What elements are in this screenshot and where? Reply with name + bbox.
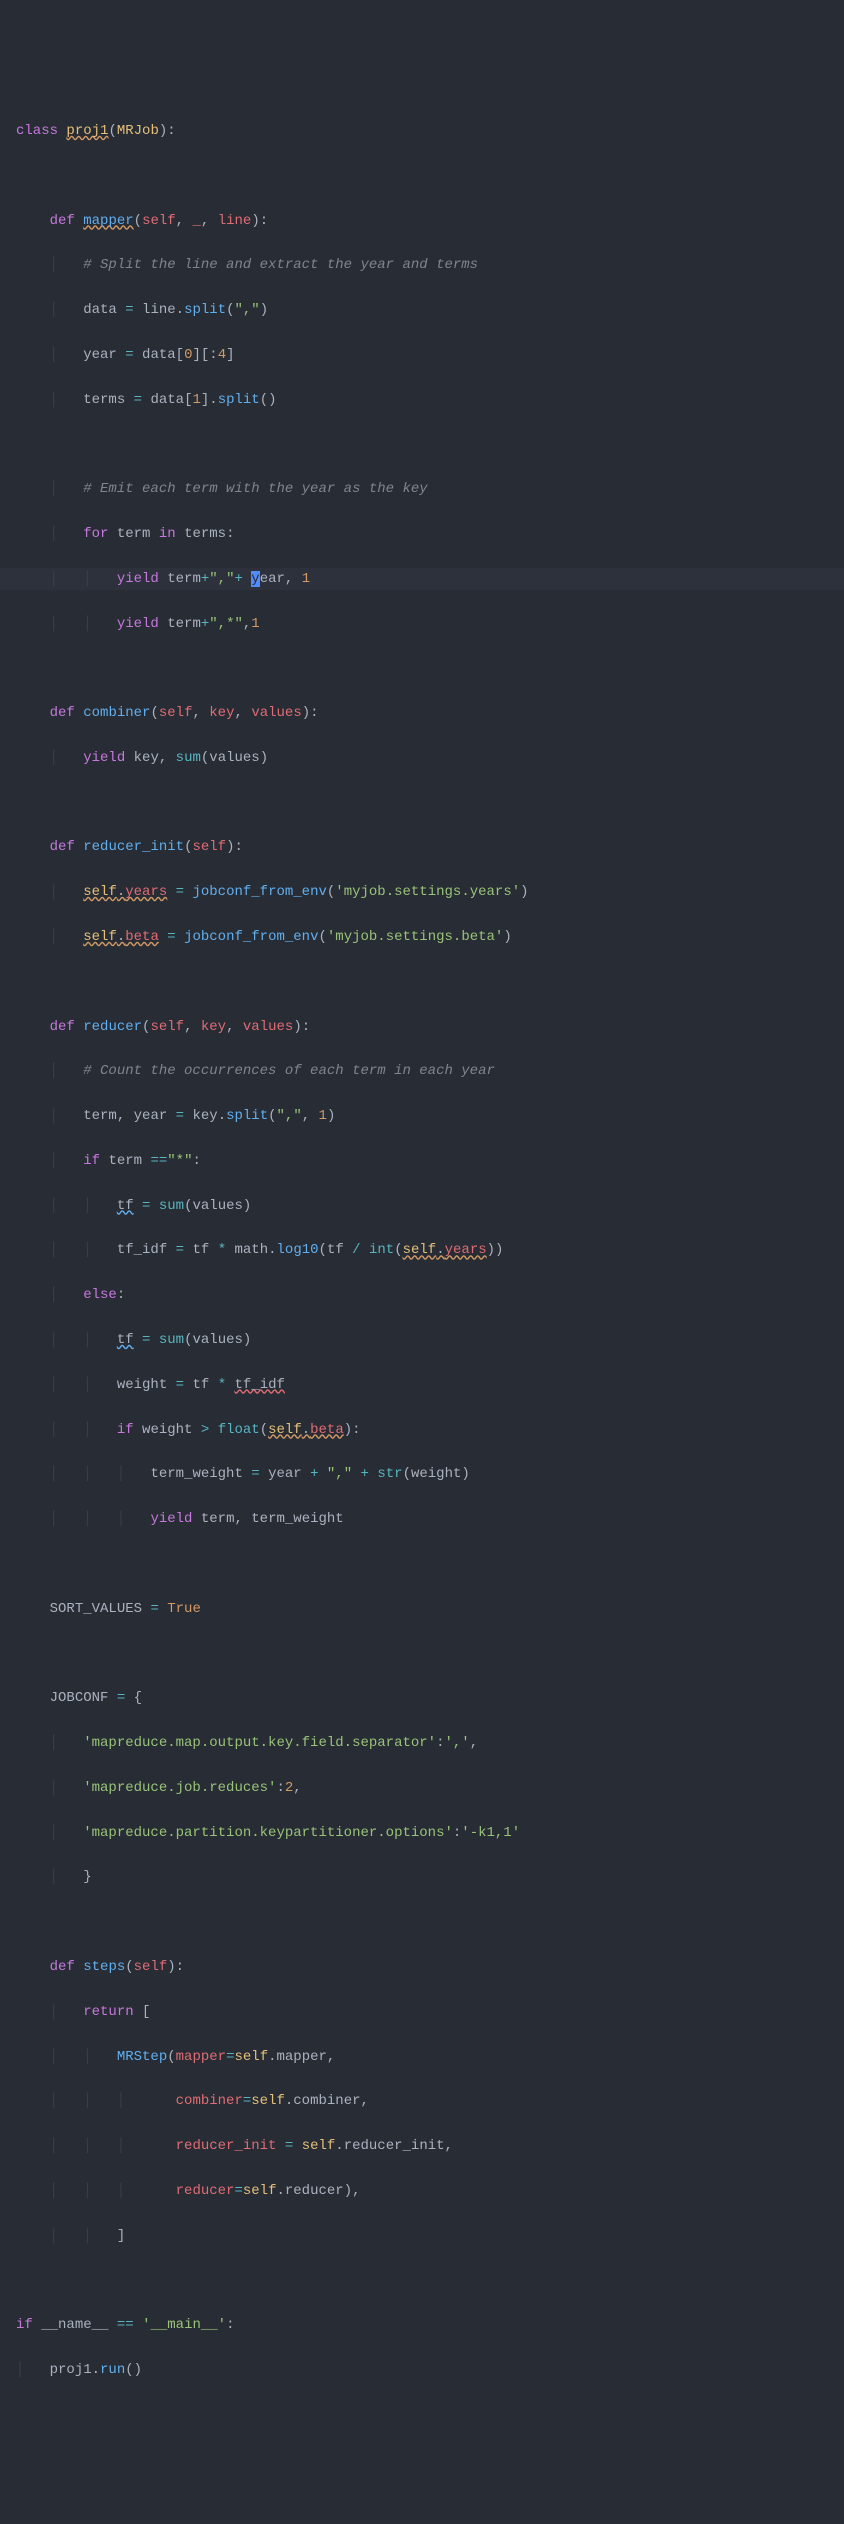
code-line[interactable] [0,165,844,187]
code-line[interactable]: │ 'mapreduce.partition.keypartitioner.op… [0,1822,844,1844]
code-line[interactable] [0,792,844,814]
code-line[interactable] [0,1911,844,1933]
code-editor[interactable]: class proj1(MRJob): def mapper(self, _, … [0,98,844,2404]
code-line[interactable]: │ term, year = key.split(",", 1) [0,1105,844,1127]
base-class: MRJob [117,123,159,139]
code-line[interactable]: │ │ │ combiner=self.combiner, [0,2090,844,2112]
code-line[interactable]: │ │ │ reducer_init = self.reducer_init, [0,2135,844,2157]
code-line[interactable]: SORT_VALUES = True [0,1598,844,1620]
code-line[interactable]: │ yield key, sum(values) [0,747,844,769]
code-line[interactable]: def mapper(self, _, line): [0,210,844,232]
method-name: combiner [83,705,150,721]
code-line[interactable]: def steps(self): [0,1956,844,1978]
method-name: reducer_init [83,839,184,855]
code-line[interactable] [0,1643,844,1665]
keyword-class: class [16,123,58,139]
cursor: y [251,571,259,587]
code-line[interactable]: JOBCONF = { [0,1687,844,1709]
code-line[interactable]: │ │ yield term+",*",1 [0,613,844,635]
code-line[interactable]: │ terms = data[1].split() [0,389,844,411]
code-line[interactable]: class proj1(MRJob): [0,120,844,142]
code-line[interactable]: │ 'mapreduce.job.reduces':2, [0,1777,844,1799]
code-line[interactable]: │ self.beta = jobconf_from_env('myjob.se… [0,926,844,948]
method-name: reducer [83,1019,142,1035]
code-line[interactable]: │ │ tf_idf = tf * math.log10(tf / int(se… [0,1239,844,1261]
code-line[interactable] [0,433,844,455]
code-line[interactable]: │ # Count the occurrences of each term i… [0,1060,844,1082]
code-line-highlighted[interactable]: │ │ yield term+","+ year, 1 [0,568,844,590]
code-line[interactable] [0,2269,844,2291]
code-line[interactable]: │ 'mapreduce.map.output.key.field.separa… [0,1732,844,1754]
code-line[interactable]: │ │ MRStep(mapper=self.mapper, [0,2046,844,2068]
code-line[interactable]: def reducer_init(self): [0,836,844,858]
code-line[interactable]: │ │ ] [0,2225,844,2247]
code-line[interactable] [0,971,844,993]
code-line[interactable]: │ year = data[0][:4] [0,344,844,366]
comment: # Emit each term with the year as the ke… [83,481,427,497]
code-line[interactable]: │ return [ [0,2001,844,2023]
code-line[interactable]: │ self.years = jobconf_from_env('myjob.s… [0,881,844,903]
comment: # Count the occurrences of each term in … [83,1063,495,1079]
code-line[interactable]: │ │ if weight > float(self.beta): [0,1419,844,1441]
code-line[interactable]: │ │ │ reducer=self.reducer), [0,2180,844,2202]
code-line[interactable] [0,657,844,679]
code-line[interactable]: │ │ tf = sum(values) [0,1195,844,1217]
class-name: proj1 [66,123,108,139]
code-line[interactable]: │ else: [0,1284,844,1306]
code-line[interactable]: │ │ │ term_weight = year + "," + str(wei… [0,1463,844,1485]
method-name: mapper [83,213,133,229]
code-line[interactable]: │ │ tf = sum(values) [0,1329,844,1351]
code-line[interactable]: │ proj1.run() [0,2359,844,2381]
code-line[interactable]: │ # Emit each term with the year as the … [0,478,844,500]
comment: # Split the line and extract the year an… [83,257,478,273]
code-line[interactable]: │ if term =="*": [0,1150,844,1172]
code-line[interactable]: │ data = line.split(",") [0,299,844,321]
code-line[interactable]: def reducer(self, key, values): [0,1016,844,1038]
code-line[interactable]: │ │ │ yield term, term_weight [0,1508,844,1530]
code-line[interactable]: │ # Split the line and extract the year … [0,254,844,276]
code-line[interactable]: │ │ weight = tf * tf_idf [0,1374,844,1396]
code-line[interactable]: │ for term in terms: [0,523,844,545]
code-line[interactable]: │ } [0,1866,844,1888]
method-name: steps [83,1959,125,1975]
code-line[interactable] [0,1553,844,1575]
code-line[interactable]: def combiner(self, key, values): [0,702,844,724]
code-line[interactable]: if __name__ == '__main__': [0,2314,844,2336]
